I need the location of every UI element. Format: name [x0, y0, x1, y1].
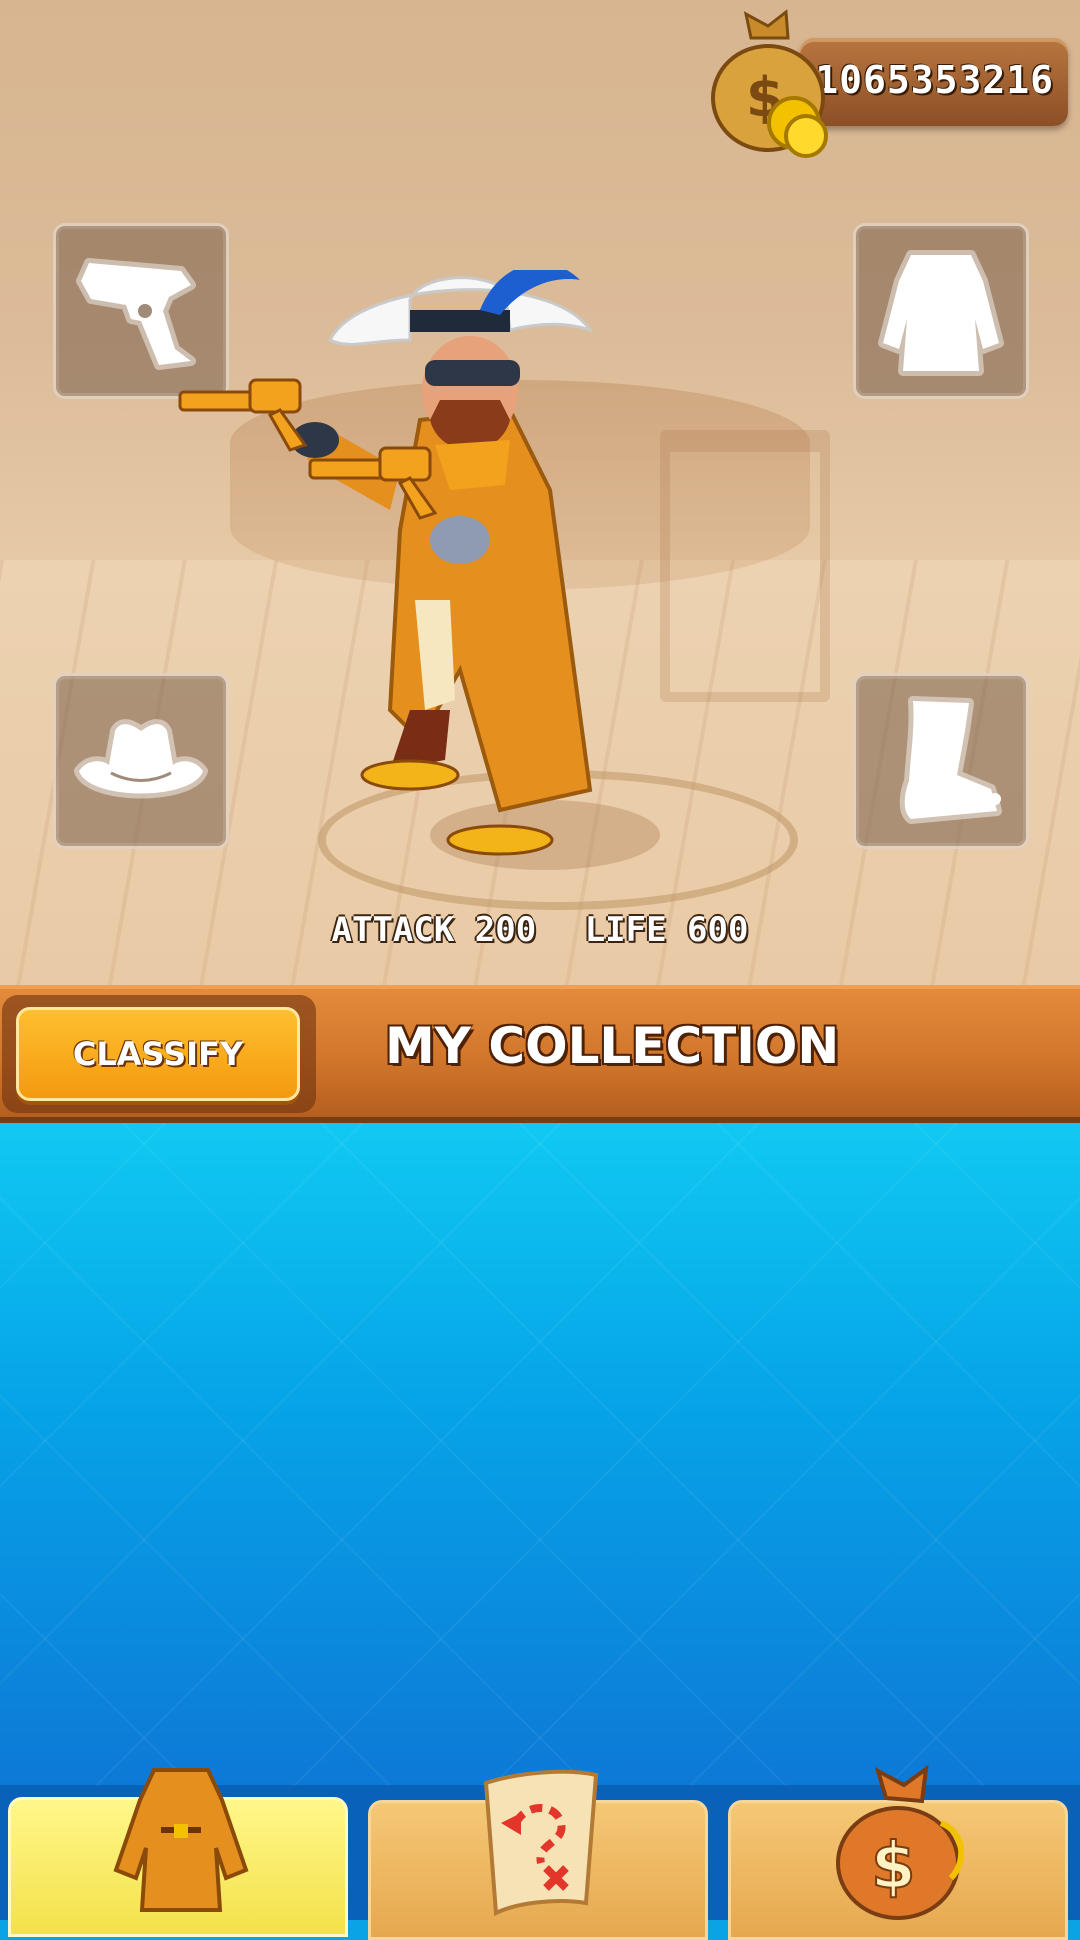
- svg-text:$: $: [871, 1830, 916, 1904]
- coin-counter: 1065353216: [800, 38, 1068, 126]
- character-stats: ATTACK 200 LIFE 600: [0, 910, 1080, 950]
- tab-shop[interactable]: $: [728, 1764, 1068, 1940]
- tab-map[interactable]: [368, 1769, 708, 1940]
- money-bag-icon: $: [836, 1764, 965, 1920]
- coat-icon: [113, 1768, 249, 1912]
- classify-button[interactable]: CLASSIFY: [16, 1007, 300, 1101]
- gunslinger-character: [178, 270, 594, 856]
- collection-title: MY COLLECTION: [385, 1017, 840, 1075]
- life-stat: LIFE 600: [584, 910, 749, 950]
- golden-revolver-left: [178, 378, 308, 452]
- tab-outfit[interactable]: [8, 1768, 348, 1937]
- boot-slot[interactable]: [853, 673, 1029, 849]
- collection-banner: CLASSIFY MY COLLECTION: [0, 985, 1080, 1123]
- character-stage: 1065353216 $ ATTACK 200 LIFE 600: [0, 0, 1080, 985]
- boot-icon: [899, 696, 1002, 824]
- money-bag-icon: $: [711, 9, 828, 158]
- attack-stat: ATTACK 200: [331, 910, 537, 950]
- coat-slot[interactable]: [853, 223, 1029, 399]
- bottom-tab-bar: $: [0, 1764, 1080, 1940]
- coat-icon: [878, 250, 1004, 376]
- treasure-map-icon: [483, 1769, 599, 1917]
- collection-grid[interactable]: [0, 1123, 1080, 1793]
- coin-amount: 1065353216: [815, 58, 1054, 102]
